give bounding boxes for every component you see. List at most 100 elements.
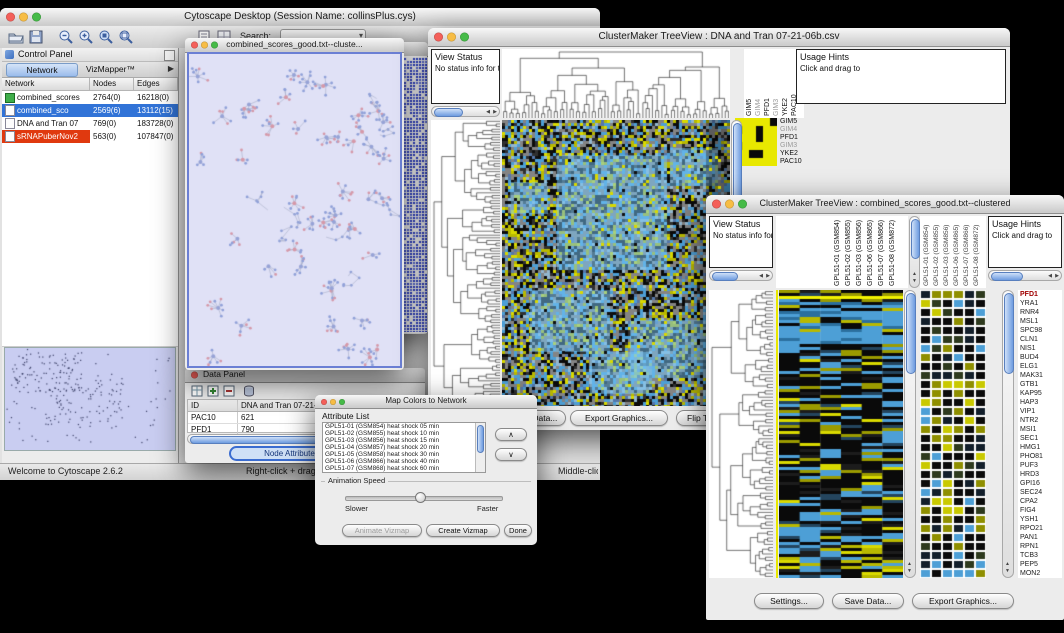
minimize-button[interactable]: [447, 33, 456, 42]
export-graphics-button[interactable]: Export Graphics...: [570, 410, 668, 426]
header-edges[interactable]: Edges: [134, 78, 178, 90]
vertical-scrollbar[interactable]: ▲▼: [909, 216, 920, 288]
attribute-list-scrollbar[interactable]: [475, 423, 485, 472]
select-attributes-button[interactable]: [191, 384, 203, 396]
delete-attribute-button[interactable]: [223, 384, 235, 396]
float-panel-button[interactable]: [164, 50, 175, 61]
open-session-button[interactable]: [8, 29, 24, 45]
horizontal-scrollbar[interactable]: ◀▶: [988, 270, 1062, 281]
animate-vizmap-button[interactable]: Animate Vizmap: [342, 524, 422, 537]
treeview2-titlebar[interactable]: ClusterMaker TreeView : combined_scores_…: [706, 195, 1064, 214]
header-nodes[interactable]: Nodes: [90, 78, 134, 90]
gene-label[interactable]: YRA1: [1018, 299, 1062, 308]
minimize-button[interactable]: [330, 399, 336, 405]
scroll-down-icon[interactable]: ▼: [907, 567, 912, 576]
attribute-item[interactable]: GPL51-07 (GSM868) heat shock 60 min: [323, 465, 485, 472]
tab-vizmapper[interactable]: VizMapper™: [86, 63, 135, 75]
network-row[interactable]: DNA and Tran 07769(0)183728(0): [2, 117, 178, 130]
scroll-left-icon[interactable]: ◀: [486, 108, 490, 117]
minimize-button[interactable]: [19, 13, 28, 22]
gene-label[interactable]: TCB3: [1018, 551, 1062, 560]
map-dialog-titlebar[interactable]: Map Colors to Network: [315, 395, 537, 409]
gene-label[interactable]: NTR2: [1018, 416, 1062, 425]
gene-label[interactable]: GIM3: [780, 142, 832, 150]
scrollbar-thumb[interactable]: [434, 108, 463, 117]
network-overview[interactable]: [4, 347, 176, 451]
zoom-fit-button[interactable]: [118, 29, 134, 45]
gene-label[interactable]: PFD1: [780, 134, 832, 142]
zoom-window-button[interactable]: [339, 399, 345, 405]
zoom-window-button[interactable]: [211, 42, 218, 49]
gene-label[interactable]: PUF3: [1018, 461, 1062, 470]
gene-label[interactable]: SPC98: [1018, 326, 1062, 335]
zoom-window-button[interactable]: [738, 200, 747, 209]
close-button[interactable]: [191, 42, 198, 49]
close-button[interactable]: [191, 372, 198, 379]
slider-thumb[interactable]: [415, 492, 426, 503]
attribute-item[interactable]: GPL51-06 (GSM866) heat shock 40 min: [323, 458, 485, 465]
network-view-titlebar[interactable]: combined_scores_good.txt--cluste...: [185, 38, 404, 53]
scroll-left-icon[interactable]: ◀: [1048, 272, 1052, 281]
scrollbar-thumb[interactable]: [733, 123, 742, 204]
gene-label[interactable]: MSL1: [1018, 317, 1062, 326]
close-button[interactable]: [434, 33, 443, 42]
zoom-window-button[interactable]: [460, 33, 469, 42]
gene-label[interactable]: RPO21: [1018, 524, 1062, 533]
gene-label[interactable]: SEC24: [1018, 488, 1062, 497]
settings-button[interactable]: Settings...: [754, 593, 824, 609]
move-up-button[interactable]: ∧: [495, 428, 527, 441]
create-attribute-button[interactable]: [207, 384, 219, 396]
gene-label[interactable]: HAP3: [1018, 398, 1062, 407]
close-button[interactable]: [712, 200, 721, 209]
gene-label[interactable]: BUD4: [1018, 353, 1062, 362]
minimize-button[interactable]: [201, 42, 208, 49]
gene-label[interactable]: FIG4: [1018, 506, 1062, 515]
tab-network[interactable]: Network: [6, 63, 78, 77]
gene-label[interactable]: PEP5: [1018, 560, 1062, 569]
id-column-header[interactable]: ID: [188, 400, 238, 411]
gene-label[interactable]: ELG1: [1018, 362, 1062, 371]
zoom-window-button[interactable]: [32, 13, 41, 22]
scroll-down-icon[interactable]: ▼: [912, 277, 917, 286]
gene-label[interactable]: NIS1: [1018, 344, 1062, 353]
gene-label[interactable]: YSH1: [1018, 515, 1062, 524]
gene-label[interactable]: MON2: [1018, 569, 1062, 578]
gene-label[interactable]: GIM4: [780, 126, 832, 134]
scroll-down-icon[interactable]: ▼: [1005, 567, 1010, 576]
network-row[interactable]: combined_sco2569(6)13112(15): [2, 104, 178, 117]
gene-label[interactable]: YKE2: [780, 150, 832, 158]
data-panel-titlebar[interactable]: Data Panel: [185, 368, 425, 383]
title-bar[interactable]: Cytoscape Desktop (Session Name: collins…: [0, 8, 600, 27]
gene-label[interactable]: HRD3: [1018, 470, 1062, 479]
network-row[interactable]: combined_scores2764(0)16218(0): [2, 91, 178, 104]
gene-label[interactable]: GPI16: [1018, 479, 1062, 488]
horizontal-scrollbar[interactable]: ◀▶: [709, 270, 773, 281]
gene-label[interactable]: CPA2: [1018, 497, 1062, 506]
attribute-item[interactable]: GPL51-02 (GSM855) heat shock 10 min: [323, 430, 485, 437]
close-button[interactable]: [321, 399, 327, 405]
save-data-button[interactable]: Save Data...: [832, 593, 904, 609]
create-vizmap-button[interactable]: Create Vizmap: [426, 524, 500, 537]
gene-label[interactable]: PAN1: [1018, 533, 1062, 542]
gene-label[interactable]: VIP1: [1018, 407, 1062, 416]
scrollbar-thumb[interactable]: [906, 293, 916, 374]
scroll-right-icon[interactable]: ▶: [493, 108, 497, 117]
minimize-button[interactable]: [725, 200, 734, 209]
secondary-heatmap[interactable]: [920, 290, 986, 578]
scrollbar-thumb[interactable]: [911, 219, 920, 259]
gene-label[interactable]: GTB1: [1018, 380, 1062, 389]
header-network[interactable]: Network: [2, 78, 90, 90]
import-attributes-button[interactable]: [243, 384, 255, 396]
gene-label[interactable]: MAK31: [1018, 371, 1062, 380]
network-row[interactable]: sRNAPuberNov2563(0)107847(0): [2, 130, 178, 143]
horizontal-scrollbar[interactable]: ◀▶: [431, 106, 500, 117]
treeview1-titlebar[interactable]: ClusterMaker TreeView : DNA and Tran 07-…: [428, 28, 1010, 47]
row-dendrogram[interactable]: [709, 290, 773, 578]
gene-label[interactable]: RNR4: [1018, 308, 1062, 317]
tab-overflow-button[interactable]: ▶: [168, 64, 174, 73]
scrollbar-thumb[interactable]: [1004, 293, 1014, 374]
scrollbar-thumb[interactable]: [477, 425, 484, 453]
gene-label[interactable]: GIM5: [780, 118, 832, 126]
attribute-item[interactable]: GPL51-01 (GSM854) heat shock 05 min: [323, 423, 485, 430]
zoom-selected-button[interactable]: [98, 29, 114, 45]
